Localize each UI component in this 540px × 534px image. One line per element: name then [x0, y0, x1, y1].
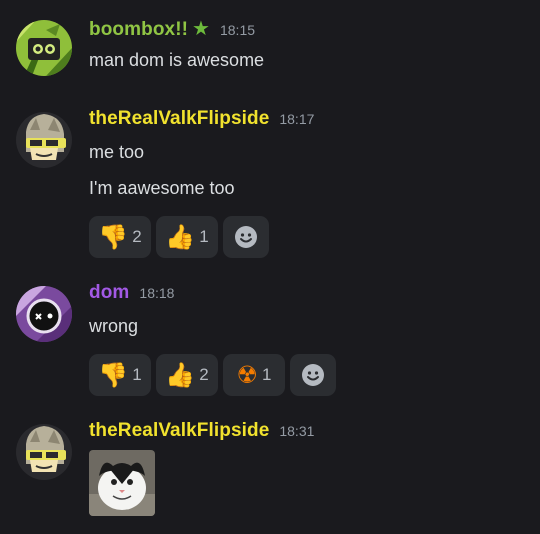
timestamp: 18:31 [279, 423, 315, 439]
username[interactable]: theRealValkFlipside [89, 108, 269, 130]
avatar[interactable] [16, 286, 72, 342]
star-badge-icon: ★ [192, 18, 210, 40]
avatar[interactable] [16, 20, 72, 76]
message-text: me too [89, 142, 145, 162]
timestamp: 18:18 [139, 285, 175, 301]
reaction-radioactive[interactable]: ☢ 1 [223, 354, 285, 396]
reaction-count: 1 [262, 365, 272, 384]
radioactive-icon: ☢ [236, 361, 259, 389]
avatar-dom-icon [16, 286, 72, 342]
reaction-thumbs-up[interactable]: 👍 2 [156, 354, 218, 396]
chat-message-list: boombox!! ★ 18:15 man dom is awesome the… [0, 0, 540, 534]
avatar-valk-icon [16, 424, 72, 480]
avatar[interactable] [16, 112, 72, 168]
avatar[interactable] [16, 424, 72, 480]
username[interactable]: boombox!! [89, 19, 188, 41]
reaction-count: 1 [132, 365, 142, 384]
thumbs-up-icon: 👍 [165, 223, 196, 251]
add-reaction-button[interactable] [223, 216, 269, 258]
reaction-count: 2 [132, 227, 142, 246]
reactions-bar: 👎 2 👍 1 [89, 216, 532, 258]
username[interactable]: theRealValkFlipside [89, 420, 269, 442]
reaction-count: 1 [199, 227, 209, 246]
thumbs-down-icon: 👎 [98, 361, 129, 389]
reactions-bar: 👎 1 👍 2 ☢ 1 [89, 354, 532, 396]
add-reaction-button[interactable] [290, 354, 336, 396]
reaction-thumbs-up[interactable]: 👍 1 [156, 216, 218, 258]
message-group: theRealValkFlipside 18:17 me too I'm aaw… [16, 108, 532, 258]
message-text: man dom is awesome [89, 50, 265, 70]
timestamp: 18:17 [279, 111, 315, 127]
smiley-face-icon [302, 364, 324, 386]
message-group: dom 18:18 wrong 👎 1 👍 2 ☢ 1 [16, 282, 532, 396]
message-text: I'm aawesome too [89, 178, 235, 198]
thumbs-up-icon: 👍 [165, 361, 196, 389]
avatar-boombox-icon [16, 20, 72, 76]
message-text: wrong [89, 316, 139, 336]
message-group: theRealValkFlipside 18:31 [16, 420, 532, 516]
username[interactable]: dom [89, 282, 129, 304]
image-attachment[interactable] [89, 450, 155, 516]
reaction-thumbs-down[interactable]: 👎 1 [89, 354, 151, 396]
message-group: boombox!! ★ 18:15 man dom is awesome [16, 16, 532, 76]
smiley-face-icon [235, 226, 257, 248]
cat-image-icon [89, 450, 155, 516]
avatar-valk-icon [16, 112, 72, 168]
reaction-count: 2 [199, 365, 209, 384]
thumbs-down-icon: 👎 [98, 223, 129, 251]
timestamp: 18:15 [219, 22, 256, 38]
reaction-thumbs-down[interactable]: 👎 2 [89, 216, 151, 258]
